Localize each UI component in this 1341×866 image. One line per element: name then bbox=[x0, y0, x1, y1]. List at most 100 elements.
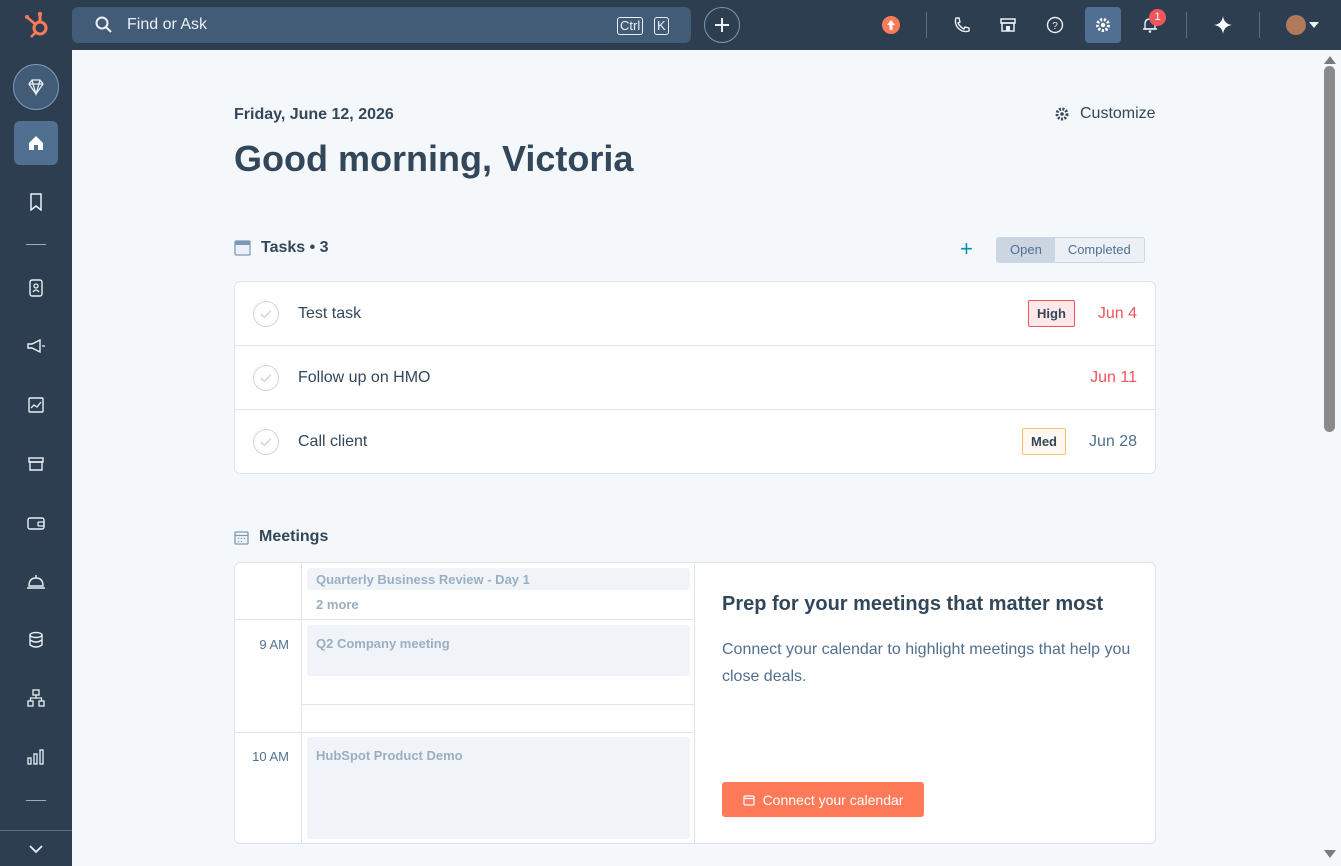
task-due-date: Jun 28 bbox=[1088, 433, 1137, 450]
sidebar-item-contacts[interactable] bbox=[14, 266, 58, 310]
page-scrollbar[interactable] bbox=[1318, 50, 1341, 866]
org-chart-icon bbox=[27, 689, 45, 707]
calendar-event[interactable]: Quarterly Business Review - Day 1 bbox=[307, 568, 690, 590]
topbar-divider bbox=[926, 12, 927, 38]
tasks-title: Tasks • 3 bbox=[261, 239, 329, 256]
create-new-button[interactable] bbox=[704, 7, 740, 43]
connect-calendar-label: Connect your calendar bbox=[762, 791, 904, 808]
notification-count-badge: 1 bbox=[1149, 9, 1166, 26]
left-sidebar bbox=[0, 50, 72, 866]
calendar-event-title: Quarterly Business Review - Day 1 bbox=[316, 572, 530, 587]
ai-sparkle-icon[interactable] bbox=[1211, 13, 1235, 37]
meetings-calendar: Quarterly Business Review - Day 1 2 more… bbox=[235, 563, 695, 843]
scroll-up-arrow[interactable] bbox=[1324, 56, 1336, 64]
search-placeholder: Find or Ask bbox=[127, 16, 208, 33]
wallet-icon bbox=[27, 517, 45, 530]
sidebar-item-content[interactable] bbox=[14, 383, 58, 427]
hubspot-logo[interactable] bbox=[22, 10, 52, 40]
task-row[interactable]: Follow up on HMO Jun 11 bbox=[235, 346, 1155, 410]
gem-icon[interactable] bbox=[13, 64, 59, 110]
scrollbar-thumb[interactable] bbox=[1324, 66, 1335, 432]
search-icon bbox=[95, 16, 112, 33]
chevron-down-icon[interactable] bbox=[1309, 22, 1319, 28]
task-complete-checkbox[interactable] bbox=[253, 365, 279, 391]
topbar-divider bbox=[1186, 12, 1187, 38]
sidebar-item-marketing[interactable] bbox=[14, 324, 58, 368]
calendar-icon bbox=[742, 794, 755, 806]
phone-icon[interactable] bbox=[950, 13, 974, 37]
marketplace-icon[interactable] bbox=[996, 13, 1020, 37]
task-complete-checkbox[interactable] bbox=[253, 301, 279, 327]
task-due-date: Jun 11 bbox=[1090, 369, 1137, 386]
calendar-hour-line bbox=[235, 732, 695, 733]
sidebar-item-data[interactable] bbox=[14, 618, 58, 662]
scroll-down-arrow[interactable] bbox=[1324, 850, 1336, 858]
settings-button[interactable] bbox=[1085, 7, 1121, 43]
current-date: Friday, June 12, 2026 bbox=[234, 106, 394, 123]
calendar-hour-line bbox=[235, 619, 695, 620]
reports-icon bbox=[28, 397, 44, 413]
top-nav-bar: Find or Ask Ctrl K ? 1 bbox=[0, 0, 1341, 50]
customize-button[interactable]: Customize bbox=[1054, 105, 1156, 123]
bookmark-icon bbox=[30, 193, 42, 211]
chevron-down-icon bbox=[29, 844, 43, 853]
check-icon bbox=[260, 310, 272, 319]
task-complete-checkbox[interactable] bbox=[253, 429, 279, 455]
task-row[interactable]: Test task High Jun 4 bbox=[235, 282, 1155, 346]
megaphone-icon bbox=[27, 338, 45, 354]
calendar-time-label: 9 AM bbox=[259, 637, 289, 652]
meetings-card: Quarterly Business Review - Day 1 2 more… bbox=[234, 562, 1156, 844]
sidebar-item-reporting[interactable] bbox=[14, 735, 58, 779]
sidebar-item-home[interactable] bbox=[14, 121, 58, 165]
calendar-event[interactable]: HubSpot Product Demo bbox=[307, 737, 690, 839]
main-content: Friday, June 12, 2026 Good morning, Vict… bbox=[72, 50, 1318, 866]
tasks-icon bbox=[234, 240, 251, 256]
svg-text:?: ? bbox=[1052, 21, 1058, 32]
calendar-half-hour-line bbox=[301, 704, 695, 705]
prep-description: Connect your calendar to highlight meeti… bbox=[722, 641, 1131, 685]
task-name[interactable]: Call client bbox=[298, 433, 367, 451]
database-icon bbox=[29, 631, 43, 648]
customize-label: Customize bbox=[1080, 105, 1156, 122]
task-due-date: Jun 4 bbox=[1097, 305, 1137, 322]
page-title: Good morning, Victoria bbox=[234, 138, 634, 179]
calendar-time-label: 10 AM bbox=[252, 749, 289, 764]
priority-badge: High bbox=[1028, 300, 1075, 327]
more-events-link[interactable]: 2 more bbox=[316, 597, 359, 612]
prep-title: Prep for your meetings that matter most bbox=[722, 593, 1104, 615]
kbd-ctrl: Ctrl bbox=[617, 17, 644, 35]
bar-chart-icon bbox=[27, 749, 44, 765]
sidebar-divider bbox=[26, 800, 46, 801]
task-name[interactable]: Test task bbox=[298, 305, 361, 323]
calendar-event-title: HubSpot Product Demo bbox=[316, 748, 463, 763]
tab-completed[interactable]: Completed bbox=[1054, 238, 1144, 262]
avatar[interactable] bbox=[1286, 15, 1306, 35]
sidebar-item-bookmarks[interactable] bbox=[14, 180, 58, 224]
sidebar-divider bbox=[26, 244, 46, 245]
meetings-title: Meetings bbox=[259, 528, 329, 545]
sidebar-item-service[interactable] bbox=[14, 559, 58, 603]
add-task-button[interactable]: + bbox=[960, 238, 973, 260]
task-row[interactable]: Call client Med Jun 28 bbox=[235, 410, 1155, 474]
gear-icon bbox=[1096, 18, 1110, 32]
task-name[interactable]: Follow up on HMO bbox=[298, 369, 431, 387]
tasks-filter-toggle: Open Completed bbox=[996, 237, 1145, 263]
sidebar-item-automation[interactable] bbox=[14, 676, 58, 720]
check-icon bbox=[260, 374, 272, 383]
calendar-event[interactable]: Q2 Company meeting bbox=[307, 625, 690, 676]
tab-open[interactable]: Open bbox=[997, 238, 1055, 262]
sidebar-item-commerce[interactable] bbox=[14, 501, 58, 545]
gear-icon bbox=[1055, 107, 1069, 121]
sidebar-item-sales[interactable] bbox=[14, 442, 58, 486]
tasks-header: Tasks • 3 bbox=[234, 239, 329, 257]
help-icon[interactable]: ? bbox=[1043, 13, 1067, 37]
global-search[interactable]: Find or Ask Ctrl K bbox=[72, 7, 691, 43]
contacts-icon bbox=[29, 279, 43, 297]
upgrade-icon[interactable] bbox=[879, 13, 903, 37]
sales-icon bbox=[28, 457, 44, 471]
sidebar-collapse-button[interactable] bbox=[0, 830, 72, 866]
kbd-k: K bbox=[654, 17, 669, 35]
tasks-list: Test task High Jun 4 Follow up on HMO Ju… bbox=[234, 281, 1156, 474]
service-bell-icon bbox=[27, 575, 45, 589]
connect-calendar-button[interactable]: Connect your calendar bbox=[722, 782, 924, 817]
